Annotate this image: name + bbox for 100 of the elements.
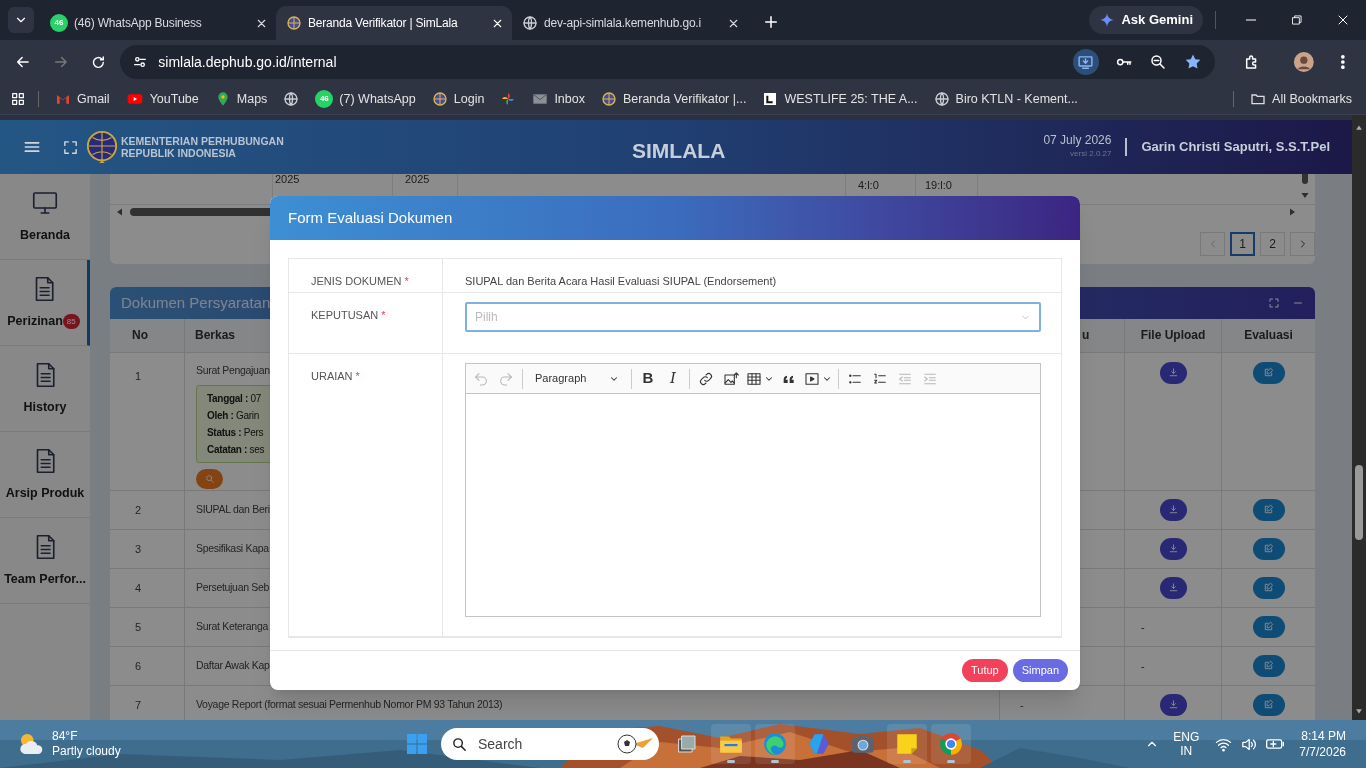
- required-mark: *: [381, 309, 386, 321]
- bookmark-label: Gmail: [77, 90, 110, 108]
- table-cell: Persetujuan Seb: [196, 580, 270, 596]
- count-badge: 85: [62, 314, 80, 329]
- download-button[interactable]: [1159, 498, 1187, 521]
- download-icon: [1167, 582, 1179, 594]
- edit-button[interactable]: [1252, 654, 1285, 677]
- sidebar-label: Perizinan: [7, 313, 63, 331]
- apps-icon[interactable]: [10, 91, 26, 107]
- column-header: u: [1082, 327, 1090, 345]
- close-button[interactable]: Tutup: [961, 659, 1008, 682]
- save-button[interactable]: Simpan: [1012, 659, 1068, 682]
- browser-tab[interactable]: dev-api-simlala.kemenhub.go.i: [512, 6, 748, 40]
- all-bookmarks-button[interactable]: All Bookmarks: [1250, 89, 1352, 109]
- zoom-icon[interactable]: [1148, 53, 1167, 71]
- browser-tab[interactable]: Beranda Verifikator | SimLala: [276, 6, 512, 40]
- temperature-text: 84°F: [52, 729, 79, 744]
- weather-text: Partly cloudy: [52, 744, 121, 759]
- page-button[interactable]: 1: [1230, 232, 1255, 256]
- note-line: Catatan : ses: [207, 442, 265, 457]
- bookmark[interactable]: Biro KTLN - Kement...: [929, 87, 1082, 111]
- globe-emblem-icon: [85, 128, 119, 166]
- download-button[interactable]: [1159, 361, 1187, 384]
- column-header: Berkas: [195, 327, 236, 345]
- note-line: Status : Pers: [207, 425, 264, 440]
- address-bar[interactable]: simlala.dephub.go.id/internal: [120, 45, 1215, 79]
- tab-search-button[interactable]: [8, 7, 34, 33]
- gemini-button[interactable]: Ask Gemini: [1089, 6, 1203, 34]
- windows-icon[interactable]: [405, 732, 429, 756]
- search-field[interactable]: Search: [441, 728, 659, 760]
- bookmark[interactable]: 46 (7) WhatsApp: [311, 87, 420, 111]
- taskbar-app[interactable]: [755, 724, 795, 764]
- link-icon: [698, 370, 714, 387]
- organization-name: KEMENTERIAN PERHUBUNGAN: [121, 135, 284, 147]
- column-header: No: [132, 327, 148, 345]
- table-cell: Voyage Report (format sesuai Permenhub Nomor PM 93 Tahun 2013): [196, 697, 503, 713]
- square-logo-icon: [762, 91, 779, 107]
- badge-icon: 46: [50, 14, 68, 32]
- redo-icon: [498, 370, 514, 387]
- bookmark[interactable]: WESTLIFE 25: THE A...: [758, 87, 922, 111]
- sidebar-label: Team Perfor...: [4, 571, 86, 589]
- scroll-up-icon[interactable]: [1354, 123, 1364, 133]
- bookmark[interactable]: Login: [427, 87, 489, 111]
- table-cell: 1: [135, 369, 142, 382]
- bookmark-label: Biro KTLN - Kement...: [955, 90, 1078, 108]
- edit-button[interactable]: [1252, 615, 1285, 638]
- globe-icon: [522, 15, 538, 31]
- edit-button[interactable]: [1252, 693, 1285, 716]
- fullscreen-icon[interactable]: [62, 138, 79, 156]
- ball-icon: [615, 732, 655, 756]
- bookmark[interactable]: Inbox: [528, 87, 589, 111]
- sidebar-label: Arsip Produk: [5, 485, 85, 503]
- bookmark[interactable]: Gmail: [51, 87, 114, 111]
- edit-icon: [1263, 367, 1274, 379]
- scrollbar-thumb[interactable]: [1302, 174, 1308, 184]
- bold-button[interactable]: B: [636, 366, 660, 391]
- install-button[interactable]: [1072, 49, 1099, 75]
- taskbar-app[interactable]: [931, 724, 971, 764]
- required-mark: *: [355, 370, 360, 382]
- edit-button[interactable]: [1252, 361, 1285, 384]
- search-button[interactable]: [196, 468, 223, 489]
- new-tab-icon[interactable]: [762, 13, 780, 31]
- task-view-icon: [675, 732, 699, 756]
- bookmark-label: Login: [453, 90, 485, 108]
- site-settings-icon[interactable]: [132, 54, 149, 70]
- column-header: Evaluasi: [1244, 327, 1293, 345]
- language-text: IN: [1180, 744, 1193, 758]
- edit-button[interactable]: [1252, 576, 1285, 599]
- table-cell-text: -: [1020, 697, 1024, 713]
- download-button[interactable]: [1159, 576, 1187, 599]
- italic-button[interactable]: I: [661, 366, 685, 391]
- download-button[interactable]: [1159, 537, 1187, 560]
- date-text: 07 July 2026: [1043, 134, 1112, 147]
- table-cell-text: 4:l:0: [858, 178, 879, 193]
- bookmark-label: (7) WhatsApp: [339, 90, 416, 108]
- bookmark-label: Beranda Verifikator |...: [622, 90, 747, 108]
- scroll-down-icon[interactable]: [1354, 706, 1364, 716]
- tab-title: (46) WhatsApp Business: [74, 15, 202, 32]
- folder-icon: [1250, 91, 1267, 107]
- bookmark[interactable]: Beranda Verifikator |...: [596, 87, 751, 111]
- restore-icon[interactable]: [1290, 13, 1304, 27]
- browser-tab[interactable]: 46 (46) WhatsApp Business: [40, 6, 276, 40]
- scrollbar-thumb[interactable]: [1355, 465, 1363, 540]
- version-text: versi 2.0.27: [1070, 148, 1112, 160]
- table-cell: Daftar Awak Kap: [196, 658, 270, 674]
- taskbar-app[interactable]: [711, 724, 751, 764]
- download-button[interactable]: [1159, 693, 1187, 716]
- fullscreen-icon[interactable]: [1268, 296, 1280, 309]
- avatar-icon[interactable]: [1292, 51, 1315, 73]
- field-label: KEPUTUSAN: [311, 309, 379, 321]
- edit-button[interactable]: [1252, 498, 1285, 521]
- page-button[interactable]: 2: [1260, 232, 1285, 256]
- paragraph-dropdown[interactable]: Paragraph: [527, 366, 627, 391]
- video-icon: [804, 370, 820, 387]
- page-scrollbar[interactable]: [1352, 115, 1366, 720]
- taskbar-app[interactable]: [887, 724, 927, 764]
- edit-button[interactable]: [1252, 537, 1285, 560]
- bookmark[interactable]: Maps: [210, 87, 272, 111]
- bookmark[interactable]: YouTube: [121, 87, 203, 111]
- field-label: URAIAN: [311, 370, 353, 382]
